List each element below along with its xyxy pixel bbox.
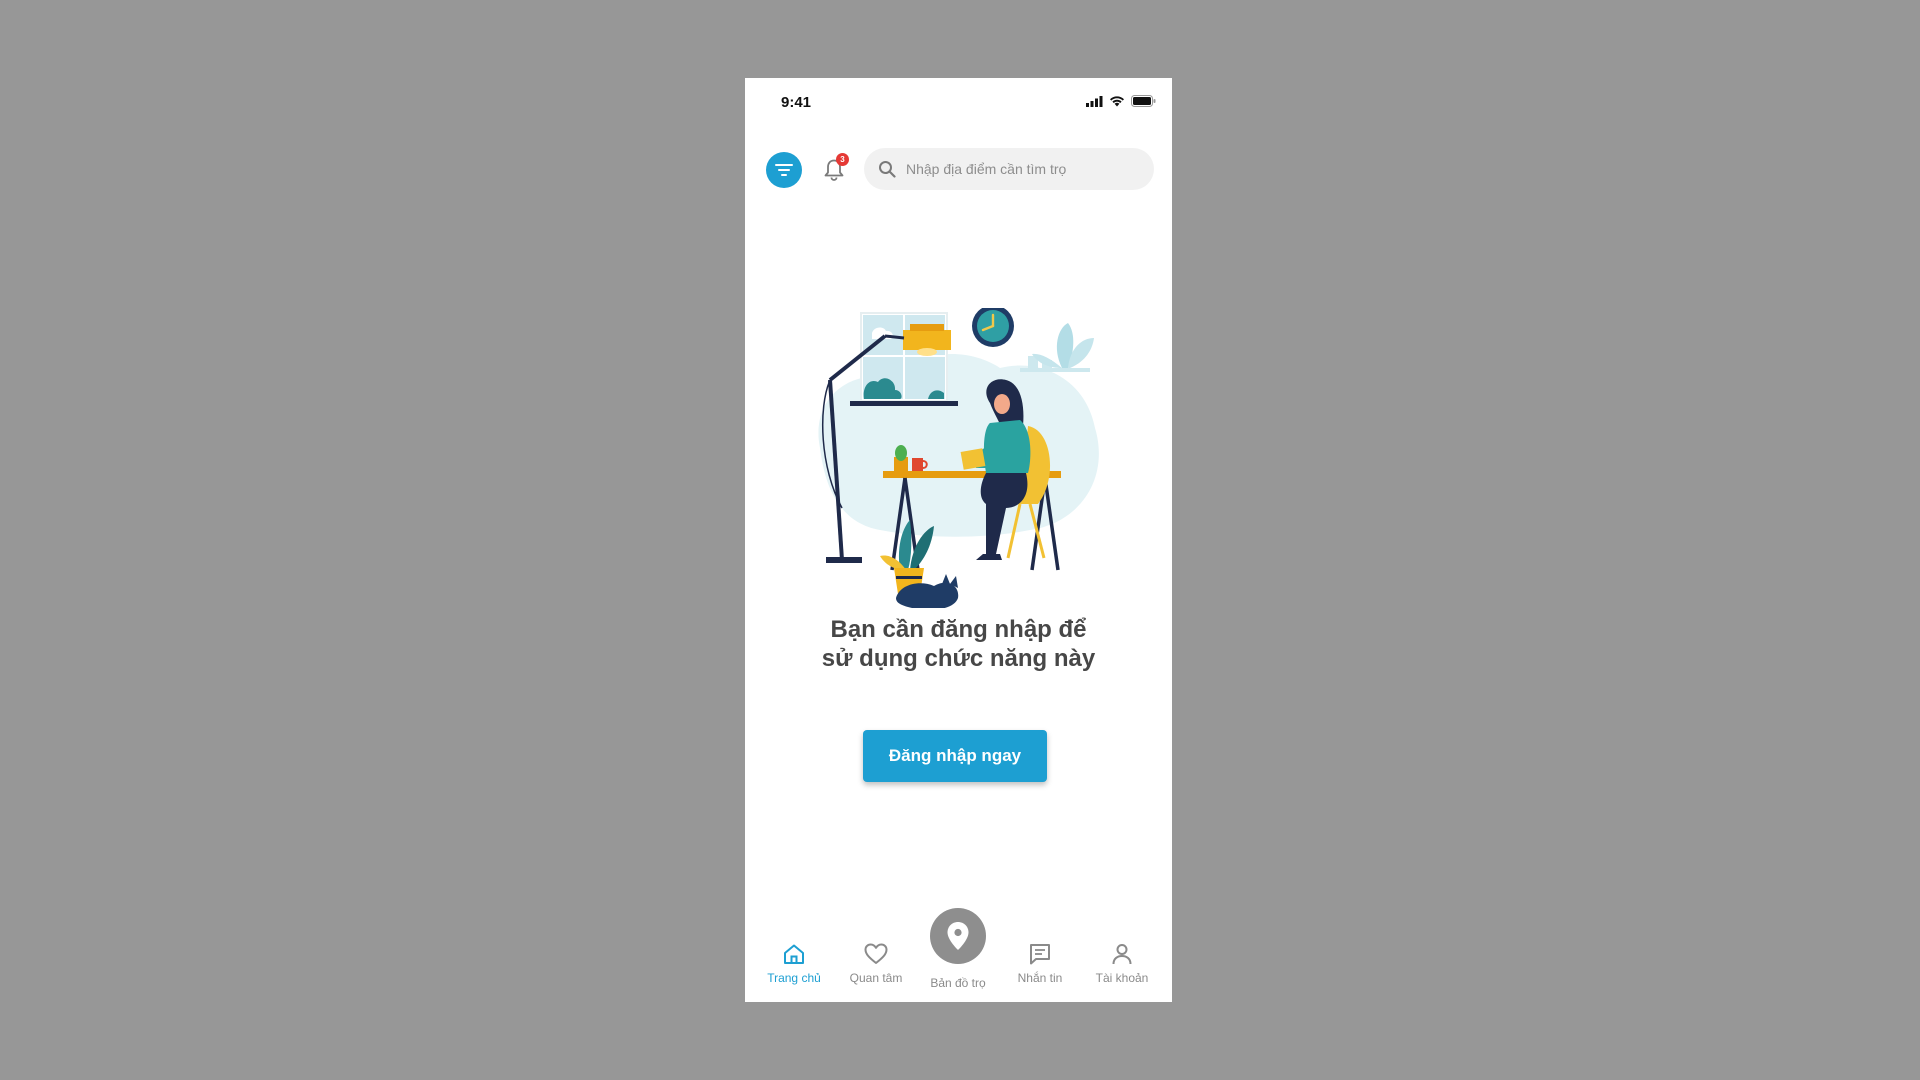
nav-item-messages[interactable]: Nhắn tin [999,908,1081,1002]
home-icon [780,940,808,968]
chat-icon [1026,940,1054,968]
top-header: 3 [745,148,1172,194]
filter-button[interactable] [766,152,802,188]
nav-item-account[interactable]: Tài khoản [1081,908,1163,1002]
bottom-navigation: Trang chủ Quan tâm Bản đồ trọ Nhắn tin T… [745,908,1172,1002]
wifi-icon [1110,96,1124,107]
status-icons [1086,95,1156,107]
user-icon [1108,940,1136,968]
message-line-1: Bạn cần đăng nhập để [830,616,1087,643]
nav-label-home: Trang chủ [767,971,821,985]
map-button[interactable] [930,908,986,964]
login-required-message: Bạn cần đăng nhập để sử dụng chức năng n… [745,615,1172,673]
message-line-2: sử dụng chức năng này [821,645,1096,672]
heart-icon [862,940,890,968]
status-time: 9:41 [781,94,812,111]
nav-label-favorites: Quan tâm [849,971,903,985]
notification-button[interactable]: 3 [816,152,852,188]
status-bar: 9:41 [745,78,1172,128]
notification-badge: 3 [836,153,849,166]
search-icon [878,160,896,178]
battery-icon [1131,95,1156,107]
phone-screen: 9:41 3 Nhập địa điểm cần tìm trọ Bạn cần… [745,78,1172,1002]
nav-label-map: Bản đồ trọ [930,976,986,990]
search-bar[interactable] [864,148,1154,190]
workspace-illustration [818,308,1099,608]
login-now-button[interactable]: Đăng nhập ngay [863,730,1047,782]
map-pin-icon [947,922,969,950]
cellular-signal-icon [1086,95,1103,107]
nav-label-account: Tài khoản [1095,971,1149,985]
nav-label-messages: Nhắn tin [1017,971,1063,985]
search-input[interactable] [904,160,1148,178]
nav-item-home[interactable]: Trang chủ [753,908,835,1002]
filter-icon [775,164,793,176]
